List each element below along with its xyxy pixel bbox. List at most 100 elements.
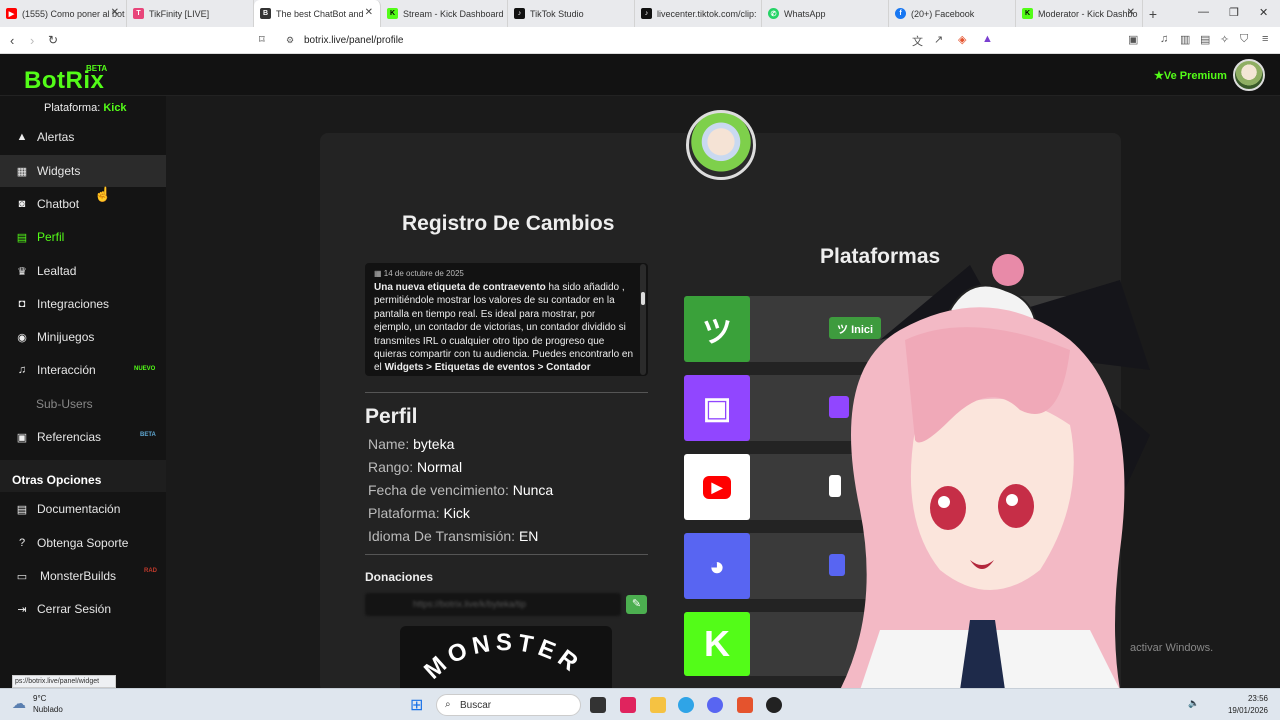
- sidebar-item-integraciones[interactable]: ◘ Integraciones: [0, 288, 166, 320]
- vtuber-avatar-overlay: [840, 254, 1150, 690]
- discord-icon[interactable]: [707, 697, 723, 713]
- sidebar-item-label: Minijuegos: [37, 330, 95, 344]
- changelog-body: ha sido añadido , permitiéndole mostrar …: [374, 282, 634, 374]
- sidebar-item-label: MonsterBuilds: [40, 569, 117, 583]
- referral-icon: ▣: [16, 431, 28, 444]
- sidebar-item-perfil[interactable]: ▤ Perfil: [0, 221, 166, 253]
- sidebar-item-label: Chatbot: [37, 197, 80, 211]
- security-icon[interactable]: [620, 697, 636, 713]
- windows-taskbar: ☁ 9°C Nublado ⊞ ⌕ Buscar 🔈 23:56 19/01/202…: [0, 688, 1280, 720]
- changelog-scroll-thumb[interactable]: [641, 292, 645, 305]
- sidebar-item-soporte[interactable]: ? Obtenga Soporte: [0, 527, 166, 559]
- browser-tab-active[interactable]: B The best ChatBot and ✕: [254, 0, 381, 27]
- browser-tab[interactable]: ♪ TikTok Studio: [508, 0, 635, 27]
- brave-icon[interactable]: [737, 697, 753, 713]
- sidebar-item-minijuegos[interactable]: ◉ Minijuegos: [0, 321, 166, 353]
- tab-title: Stream - Kick Dashboard: [403, 8, 504, 19]
- sidebar-item-sub-users[interactable]: Sub-Users: [0, 388, 166, 420]
- browser-tab[interactable]: ▶ (1555) Como poner al bot ✕: [0, 0, 127, 27]
- close-icon[interactable]: ✕: [1127, 7, 1135, 18]
- wallet-icon[interactable]: ▤: [1200, 33, 1210, 46]
- music-icon[interactable]: ♫: [1160, 33, 1168, 45]
- changelog-scrollbar[interactable]: [640, 264, 646, 375]
- trophy-icon: ♛: [17, 265, 27, 278]
- platform-indicator: Plataforma: Kick: [44, 102, 127, 114]
- brave-rewards-icon[interactable]: ▲: [982, 33, 993, 45]
- close-icon[interactable]: ✕: [111, 7, 119, 18]
- profile-row-name: Name: byteka: [368, 436, 454, 452]
- changelog-lead: Una nueva etiqueta de contraevento: [374, 282, 546, 293]
- site-info-icon[interactable]: ⚙: [286, 35, 294, 46]
- close-window-icon[interactable]: ✕: [1259, 6, 1268, 19]
- sidebar-item-widgets[interactable]: ▦ Widgets: [0, 155, 166, 187]
- sidebar-item-label: Lealtad: [37, 264, 77, 278]
- whatsapp-icon: ✆: [768, 8, 779, 19]
- donations-url-field[interactable]: https://botrix.live/k/bytekа/tip: [365, 593, 621, 616]
- sidebar-toggle-icon[interactable]: ▥: [1180, 33, 1190, 46]
- sidebar-item-alertas[interactable]: ▲ Alertas: [0, 121, 166, 153]
- browser-tab[interactable]: ✆ WhatsApp: [762, 0, 889, 27]
- row-value: EN: [518, 528, 539, 544]
- browser-tab-bar: ▶ (1555) Como poner al bot ✕ T TikFinity [L…: [0, 0, 1280, 27]
- sidebar-item-label: Obtenga Soporte: [37, 536, 129, 550]
- new-tab-button[interactable]: +: [1143, 6, 1163, 22]
- sidebar-item-lealtad[interactable]: ♛ Lealtad: [0, 255, 166, 287]
- vpn-icon[interactable]: ⛉: [1240, 33, 1248, 46]
- system-clock[interactable]: 23:56 19/01/2026: [1228, 693, 1268, 717]
- weather-temp: 9°C: [33, 694, 47, 703]
- divider: [365, 554, 648, 555]
- status-bar-url: ps://botrix.live/panel/widget: [12, 675, 116, 688]
- user-avatar[interactable]: [1233, 59, 1265, 91]
- monster-banner[interactable]: MONSTER: [400, 626, 612, 688]
- maximize-icon[interactable]: ❐: [1229, 6, 1239, 19]
- monster-text: MONSTER: [419, 629, 582, 685]
- browser-tab[interactable]: ♪ livecenter.tiktok.com/clip:: [635, 0, 762, 27]
- browser-tab[interactable]: K Stream - Kick Dashboard: [381, 0, 508, 27]
- browser-tab[interactable]: T TikFinity [LIVE]: [127, 0, 254, 27]
- translate-icon[interactable]: 文: [912, 33, 923, 49]
- go-premium-link[interactable]: ★Ve Premium: [1154, 69, 1227, 82]
- browser-tab[interactable]: f (20+) Facebook: [889, 0, 1016, 27]
- star-icon: ★: [1154, 70, 1164, 82]
- file-explorer-icon[interactable]: [650, 697, 666, 713]
- edge-icon[interactable]: [678, 697, 694, 713]
- bookmark-icon[interactable]: ⌑: [259, 33, 265, 46]
- mouse-cursor-icon: ☝: [94, 186, 112, 202]
- close-icon[interactable]: ✕: [365, 7, 373, 18]
- svg-text:MONSTER: MONSTER: [419, 629, 587, 685]
- brave-shield-icon[interactable]: ◈: [958, 33, 966, 46]
- url-input[interactable]: ⚙ botrix.live/panel/profile: [276, 31, 1006, 51]
- task-view-icon[interactable]: [590, 697, 606, 713]
- sidebar-item-chatbot[interactable]: ◙ Chatbot: [0, 188, 166, 220]
- gamepad-icon: ◉: [17, 331, 27, 344]
- back-icon[interactable]: ‹: [10, 33, 14, 48]
- taskbar-search[interactable]: ⌕ Buscar: [436, 694, 581, 716]
- kick-icon: K: [684, 612, 750, 676]
- volume-icon[interactable]: 🔈: [1188, 698, 1199, 709]
- edit-donations-button[interactable]: ✎: [626, 595, 647, 614]
- integrations-icon: ◘: [18, 298, 26, 310]
- other-options-title: Otras Opciones: [12, 473, 102, 487]
- sidebar-item-monsterbuilds[interactable]: ▭ MonsterBuilds: [0, 560, 166, 592]
- sidebar-item-documentacion[interactable]: ▤ Documentación: [0, 493, 166, 525]
- minimize-icon[interactable]: —: [1198, 6, 1209, 18]
- weather-icon: ☁: [12, 695, 26, 711]
- twitch-icon: ▣: [684, 375, 750, 441]
- leo-ai-icon[interactable]: ✧: [1220, 33, 1229, 46]
- obs-icon[interactable]: [766, 697, 782, 713]
- share-icon[interactable]: ↗: [934, 33, 943, 46]
- windows-start-icon[interactable]: ⊞: [410, 695, 423, 715]
- tiktok-icon: ♪: [641, 8, 652, 19]
- calendar-icon: ▦: [374, 269, 384, 278]
- profile-row-expiry: Fecha de vencimiento: Nunca: [368, 482, 553, 498]
- menu-icon[interactable]: ≡: [1262, 33, 1268, 45]
- rad-badge: RAD: [144, 568, 157, 574]
- sidebar-item-cerrar-sesion[interactable]: ⇥ Cerrar Sesión: [0, 593, 166, 625]
- reload-icon[interactable]: ↻: [48, 33, 58, 47]
- forward-icon[interactable]: ›: [30, 33, 34, 48]
- browser-tab[interactable]: K Moderator - Kick Dashbo ✕: [1016, 0, 1143, 27]
- botrix-icon: B: [260, 8, 271, 19]
- top-navbar: BotRix BETA ★Ve Premium: [0, 54, 1280, 96]
- changelog-path: Widgets > Etiquetas de eventos > Contado…: [384, 362, 591, 374]
- tabs-icon[interactable]: ▣: [1128, 33, 1138, 46]
